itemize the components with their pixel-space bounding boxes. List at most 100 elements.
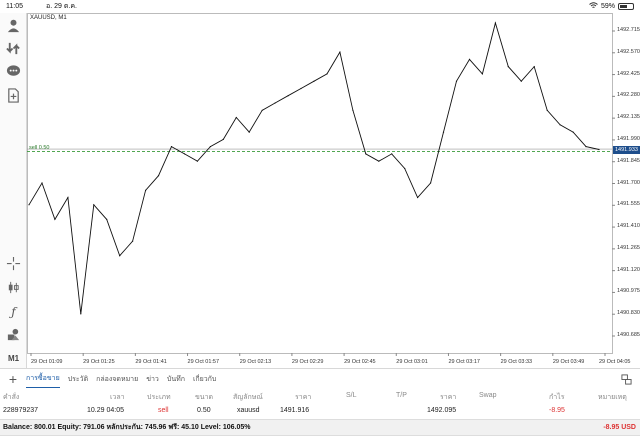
price-point: [559, 124, 561, 126]
price-point: [132, 240, 134, 242]
battery-percent: 59%: [600, 3, 615, 10]
price-point: [67, 196, 69, 199]
time-tick-label: 29 Oct 02:13: [239, 359, 272, 365]
battery-icon: [618, 3, 634, 10]
price-point: [494, 22, 496, 24]
objects-icon[interactable]: [5, 326, 22, 343]
time-tick-label: 29 Oct 03:49: [552, 359, 585, 365]
col-cur-price: ราคา: [440, 394, 457, 401]
price-point: [585, 146, 587, 148]
table-row[interactable]: 228979237 10.29 04:05 sell 0.50 xauusd 1…: [0, 404, 640, 419]
price-tick-label: 1492.135: [617, 114, 640, 121]
price-point: [468, 58, 471, 61]
price-tick-label: 1491.265: [617, 244, 640, 251]
tab-history[interactable]: ประวัติ: [68, 371, 88, 388]
indicators-icon[interactable]: ƒ: [5, 303, 22, 320]
price-point: [145, 189, 147, 191]
time-tick-label: 29 Oct 01:41: [135, 359, 167, 365]
current-price-label: 1491.933: [613, 146, 640, 154]
price-point: [417, 196, 419, 199]
plot-border: [27, 13, 613, 354]
col-price: ราคา: [295, 394, 312, 401]
price-point: [119, 255, 121, 257]
col-sl: S/L: [346, 392, 357, 399]
order-id: 228979237: [3, 407, 39, 414]
sell-order-label: sell 0.50: [29, 145, 50, 151]
order-open-price: 1491.916: [280, 407, 310, 414]
order-profit: -8.95: [549, 407, 565, 414]
price-point: [248, 131, 250, 133]
account-icon[interactable]: [5, 17, 22, 34]
price-point: [481, 73, 483, 75]
col-note: หมายเหตุ: [598, 394, 627, 401]
time-tick-label: 29 Oct 02:29: [291, 359, 324, 365]
price-point: [300, 87, 302, 90]
timeframe-button[interactable]: M1: [5, 350, 22, 367]
order-symbol: xauusd: [237, 407, 260, 414]
orders-table-header: คำสั่ง เวลา ประเภท ขนาด สัญลักษณ์ ราคา S…: [0, 389, 640, 404]
price-point: [352, 109, 354, 111]
price-point: [28, 204, 30, 206]
price-point: [54, 218, 56, 220]
price-point: [507, 66, 509, 68]
terminal-tabs: + การซื้อขาย ประวัติ กล่องจดหมาย ข่าว บั…: [0, 368, 640, 389]
price-point: [546, 109, 548, 111]
total-profit: -8.95 USD: [603, 424, 636, 431]
col-profit: กำไร: [549, 394, 565, 401]
add-icon[interactable]: +: [0, 371, 26, 387]
price-point: [261, 109, 263, 111]
price-tick-label: 1492.570: [617, 48, 640, 55]
price-chart[interactable]: XAUUSD, M1 sell 0.50 1492.715 1492.570 149…: [27, 13, 640, 368]
tab-about[interactable]: เกี่ยวกับ: [193, 371, 216, 388]
col-time: เวลา: [110, 394, 125, 401]
price-point: [80, 313, 82, 315]
price-point: [106, 218, 108, 220]
price-point: [222, 138, 224, 140]
tab-journal[interactable]: บันทึก: [167, 371, 185, 388]
price-point: [442, 131, 445, 133]
time-tick-label: 29 Oct 03:17: [448, 359, 480, 365]
status-bar: 11:05 อ. 29 ต.ค. 59%: [0, 0, 640, 13]
order-time: 10.29 04:05: [87, 407, 124, 414]
tab-trade[interactable]: การซื้อขาย: [26, 370, 60, 388]
chat-icon[interactable]: [5, 63, 22, 80]
col-order: คำสั่ง: [3, 394, 20, 401]
candlestick-icon[interactable]: [5, 279, 22, 296]
price-series-line: [28, 21, 600, 314]
trade-arrows-icon[interactable]: [5, 40, 22, 57]
chart-symbol-label: XAUUSD, M1: [30, 15, 67, 21]
col-type: ประเภท: [147, 394, 171, 401]
tab-mailbox[interactable]: กล่องจดหมาย: [96, 371, 138, 388]
tab-news[interactable]: ข่าว: [146, 371, 159, 388]
clock: 11:05: [6, 3, 23, 10]
price-point: [520, 80, 522, 82]
new-order-icon[interactable]: [5, 87, 22, 104]
price-point: [157, 175, 160, 177]
price-tick-label: 1492.715: [617, 27, 640, 33]
price-point: [93, 204, 95, 206]
wifi-icon: [589, 2, 598, 11]
col-swap: Swap: [479, 392, 497, 399]
price-tick-label: 1492.425: [617, 70, 640, 77]
time-tick-label: 29 Oct 02:45: [344, 359, 376, 365]
time-tick-label: 29 Oct 03:33: [500, 359, 533, 365]
price-tick-label: 1491.700: [617, 179, 640, 186]
time-tick-label: 29 Oct 03:01: [396, 359, 428, 365]
price-tick-label: 1490.975: [617, 288, 640, 295]
col-size: ขนาด: [195, 394, 214, 401]
balance-bar: Balance: 800.01 Equity: 791.06 หลักประกั…: [0, 419, 640, 436]
price-tick-label: 1492.280: [617, 92, 640, 99]
price-point: [235, 116, 237, 119]
price-tick-label: 1490.685: [617, 332, 640, 338]
status-right: 59%: [589, 2, 634, 11]
balance-summary: Balance: 800.01 Equity: 791.06 หลักประกั…: [3, 424, 251, 431]
time-tick-label: 29 Oct 01:09: [31, 359, 63, 365]
expand-panel-icon[interactable]: [621, 374, 632, 385]
price-tick-label: 1491.410: [617, 223, 640, 230]
price-point: [391, 153, 393, 155]
price-point: [170, 146, 173, 148]
price-point: [430, 182, 432, 184]
price-point: [455, 80, 458, 82]
crosshair-icon[interactable]: [5, 255, 22, 272]
price-point: [339, 51, 341, 53]
